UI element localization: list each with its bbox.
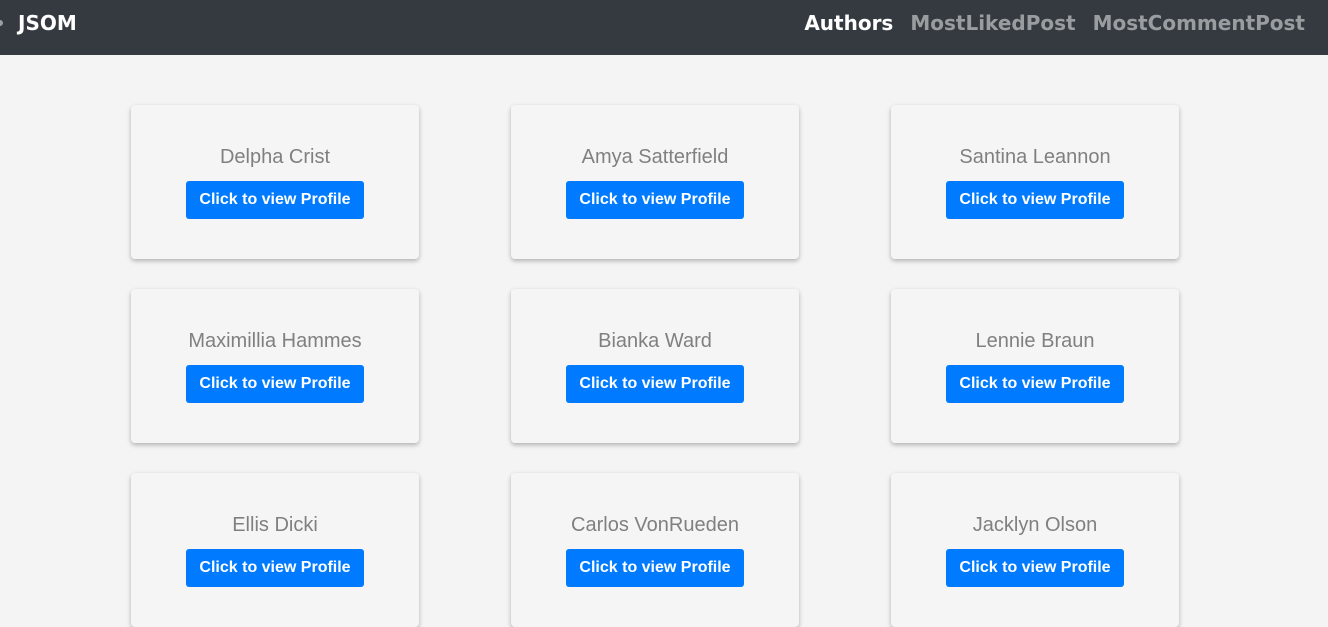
- author-name: Lennie Braun: [975, 330, 1095, 352]
- author-card: Maximillia Hammes Click to view Profile: [131, 289, 419, 443]
- author-name: Carlos VonRueden: [571, 514, 739, 536]
- nav-link-most-comment-post[interactable]: MostCommentPost: [1093, 11, 1305, 35]
- author-name: Maximillia Hammes: [188, 330, 362, 352]
- top-navbar: JSOM Authors MostLikedPost MostCommentPo…: [0, 0, 1328, 55]
- edge-dot-icon: [0, 20, 3, 26]
- author-card: Lennie Braun Click to view Profile: [891, 289, 1179, 443]
- author-name: Jacklyn Olson: [972, 514, 1098, 536]
- author-name: Amya Satterfield: [581, 146, 729, 168]
- author-card: Delpha Crist Click to view Profile: [131, 105, 419, 259]
- view-profile-button[interactable]: Click to view Profile: [566, 365, 744, 403]
- view-profile-button[interactable]: Click to view Profile: [946, 365, 1124, 403]
- nav-links: Authors MostLikedPost MostCommentPost: [804, 11, 1305, 35]
- authors-grid: Delpha Crist Click to view Profile Amya …: [131, 105, 1179, 627]
- author-name: Santina Leannon: [959, 146, 1111, 168]
- view-profile-button[interactable]: Click to view Profile: [566, 181, 744, 219]
- author-name: Delpha Crist: [219, 146, 331, 168]
- view-profile-button[interactable]: Click to view Profile: [566, 549, 744, 587]
- brand-logo[interactable]: JSOM: [18, 11, 77, 35]
- author-name: Bianka Ward: [598, 330, 712, 352]
- view-profile-button[interactable]: Click to view Profile: [186, 181, 364, 219]
- author-card: Bianka Ward Click to view Profile: [511, 289, 799, 443]
- author-card: Carlos VonRueden Click to view Profile: [511, 473, 799, 627]
- author-card: Ellis Dicki Click to view Profile: [131, 473, 419, 627]
- view-profile-button[interactable]: Click to view Profile: [946, 549, 1124, 587]
- view-profile-button[interactable]: Click to view Profile: [946, 181, 1124, 219]
- view-profile-button[interactable]: Click to view Profile: [186, 365, 364, 403]
- view-profile-button[interactable]: Click to view Profile: [186, 549, 364, 587]
- author-card: Amya Satterfield Click to view Profile: [511, 105, 799, 259]
- nav-link-most-liked-post[interactable]: MostLikedPost: [910, 11, 1075, 35]
- nav-link-authors[interactable]: Authors: [804, 11, 893, 35]
- author-card: Santina Leannon Click to view Profile: [891, 105, 1179, 259]
- author-name: Ellis Dicki: [232, 514, 318, 536]
- author-card: Jacklyn Olson Click to view Profile: [891, 473, 1179, 627]
